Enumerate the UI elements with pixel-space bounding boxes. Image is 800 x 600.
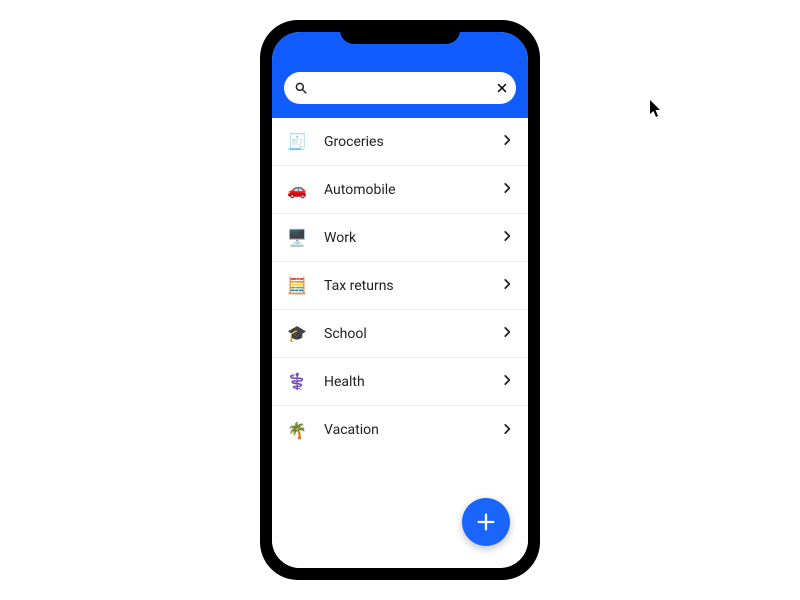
category-item-health[interactable]: ⚕️ Health <box>272 358 528 406</box>
chevron-right-icon <box>500 276 514 295</box>
phone-notch <box>340 20 460 44</box>
chevron-right-icon <box>500 421 514 440</box>
chevron-right-icon <box>500 228 514 247</box>
health-icon: ⚕️ <box>286 371 308 393</box>
category-item-groceries[interactable]: 🧾 Groceries <box>272 118 528 166</box>
plus-icon <box>475 511 497 533</box>
category-item-work[interactable]: 🖥️ Work <box>272 214 528 262</box>
chevron-right-icon <box>500 324 514 343</box>
clear-search-button[interactable] <box>496 82 508 94</box>
category-label: Work <box>324 230 500 246</box>
category-label: Groceries <box>324 134 500 150</box>
mouse-cursor <box>650 100 662 122</box>
app-header <box>272 32 528 118</box>
category-label: Tax returns <box>324 278 500 294</box>
category-label: Vacation <box>324 422 500 438</box>
category-label: School <box>324 326 500 342</box>
chevron-right-icon <box>500 372 514 391</box>
chevron-right-icon <box>500 180 514 199</box>
car-icon: 🚗 <box>286 179 308 201</box>
school-icon: 🎓 <box>286 323 308 345</box>
search-bar[interactable] <box>284 72 516 104</box>
chevron-right-icon <box>500 132 514 151</box>
category-label: Health <box>324 374 500 390</box>
category-label: Automobile <box>324 182 500 198</box>
category-item-vacation[interactable]: 🌴 Vacation <box>272 406 528 454</box>
search-input[interactable] <box>314 81 490 96</box>
category-item-school[interactable]: 🎓 School <box>272 310 528 358</box>
groceries-icon: 🧾 <box>286 131 308 153</box>
app-screen: 🧾 Groceries 🚗 Automobile 🖥️ Work 🧮 Tax returns 🎓… <box>272 32 528 568</box>
category-item-tax[interactable]: 🧮 Tax returns <box>272 262 528 310</box>
search-icon <box>294 81 308 95</box>
work-icon: 🖥️ <box>286 227 308 249</box>
add-button[interactable] <box>462 498 510 546</box>
phone-frame: 🧾 Groceries 🚗 Automobile 🖥️ Work 🧮 Tax returns 🎓… <box>260 20 540 580</box>
category-item-automobile[interactable]: 🚗 Automobile <box>272 166 528 214</box>
tax-icon: 🧮 <box>286 275 308 297</box>
vacation-icon: 🌴 <box>286 419 308 441</box>
